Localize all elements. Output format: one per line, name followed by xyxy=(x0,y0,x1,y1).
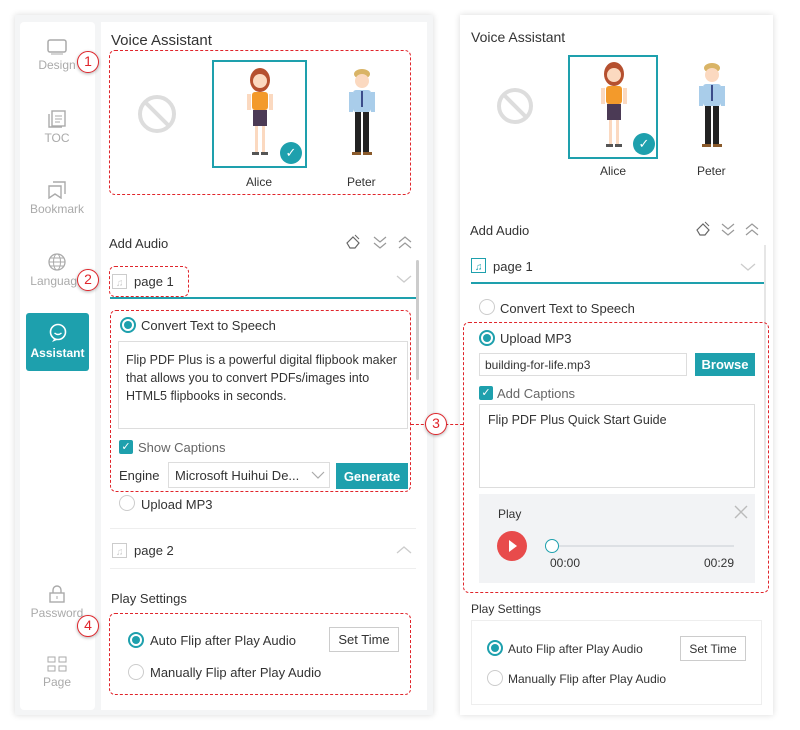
section-label: Play Settings xyxy=(471,602,542,616)
scrollbar[interactable] xyxy=(416,260,419,380)
section-label: Add Audio xyxy=(470,223,530,238)
annotation-box xyxy=(109,50,411,195)
music-icon: ♫ xyxy=(471,258,486,273)
page-item-title[interactable]: page 1 xyxy=(493,259,533,274)
upload-mp3-radio[interactable] xyxy=(119,495,135,511)
annotation-number: 3 xyxy=(425,413,447,435)
sidebar-label: Page xyxy=(42,675,72,689)
panel-title: Voice Assistant xyxy=(471,29,566,45)
clear-icon[interactable] xyxy=(345,234,361,250)
sidebar-item-bookmark[interactable]: Bookmark xyxy=(25,181,89,216)
divider xyxy=(471,282,765,284)
sidebar-item-assistant[interactable]: Assistant xyxy=(26,313,89,371)
grid-icon xyxy=(47,656,67,672)
sidebar-label: Assistant xyxy=(30,346,85,360)
convert-tts-radio[interactable] xyxy=(479,299,495,315)
sidebar-label: Password xyxy=(30,606,84,620)
sidebar-label: Bookmark xyxy=(29,202,85,216)
play-settings-box xyxy=(471,620,762,705)
annotation-number: 2 xyxy=(77,269,99,291)
alice-avatar xyxy=(601,62,627,147)
voice-name: Peter xyxy=(697,164,726,178)
radio-label: Auto Flip after Play Audio xyxy=(508,642,643,656)
collapse-all-icon[interactable] xyxy=(397,234,413,250)
auto-flip-radio[interactable] xyxy=(487,640,503,656)
sidebar-item-toc[interactable]: TOC xyxy=(25,110,89,145)
section-label: Add Audio xyxy=(109,236,169,251)
panel-title: Voice Assistant xyxy=(111,32,212,49)
sidebar-item-password[interactable]: Password xyxy=(25,585,89,620)
sidebar-label: Design xyxy=(38,58,76,72)
annotation-box xyxy=(463,322,769,593)
voice-name: Alice xyxy=(600,164,627,178)
chevron-down-icon[interactable] xyxy=(396,274,412,284)
set-time-button[interactable]: Set Time xyxy=(680,636,746,661)
sidebar-label: TOC xyxy=(44,131,70,145)
expand-all-icon[interactable] xyxy=(372,234,388,250)
selected-check-icon: ✓ xyxy=(633,133,655,155)
sidebar-label: Language xyxy=(30,274,84,288)
no-voice-icon[interactable] xyxy=(496,87,534,125)
divider xyxy=(110,297,416,299)
annotation-box xyxy=(109,613,411,695)
divider xyxy=(110,528,416,529)
bookmark-icon xyxy=(48,181,66,199)
radio-label: Convert Text to Speech xyxy=(500,301,635,316)
page-item-title[interactable]: page 2 xyxy=(134,543,174,558)
expand-all-icon[interactable] xyxy=(720,221,736,237)
divider xyxy=(110,568,416,569)
annotation-box xyxy=(109,266,189,297)
chevron-down-icon[interactable] xyxy=(740,262,756,272)
toc-icon xyxy=(48,110,66,128)
svg-text:♫: ♫ xyxy=(475,262,483,273)
collapse-all-icon[interactable] xyxy=(744,221,760,237)
manual-flip-radio[interactable] xyxy=(487,670,503,686)
section-label: Play Settings xyxy=(111,591,187,606)
monitor-icon xyxy=(47,39,67,55)
radio-label: Upload MP3 xyxy=(141,497,213,512)
svg-text:♫: ♫ xyxy=(116,547,124,558)
annotation-number: 1 xyxy=(77,51,99,73)
chat-icon xyxy=(49,323,66,342)
annotation-box xyxy=(110,310,411,492)
sidebar-item-page[interactable]: Page xyxy=(25,656,89,689)
globe-icon xyxy=(48,253,66,271)
clear-icon[interactable] xyxy=(695,221,711,237)
annotation-number: 4 xyxy=(77,615,99,637)
peter-avatar[interactable] xyxy=(696,60,728,154)
radio-label: Manually Flip after Play Audio xyxy=(508,672,667,686)
music-icon: ♫ xyxy=(112,543,127,558)
chevron-up-icon[interactable] xyxy=(396,545,412,555)
lock-icon xyxy=(49,585,65,603)
